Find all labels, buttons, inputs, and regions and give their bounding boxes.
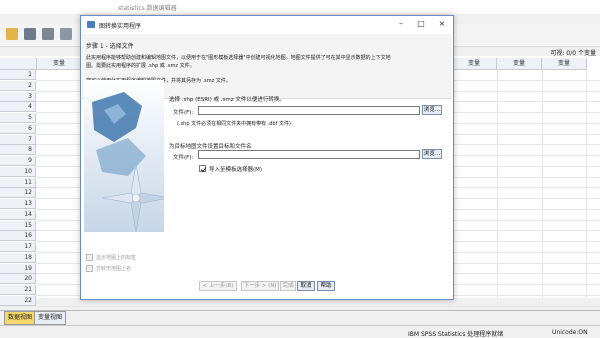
row-header[interactable]: 18: [0, 252, 36, 263]
show-on-map-checkbox[interactable]: [86, 265, 93, 272]
grid-row-line: [36, 305, 600, 307]
row-header[interactable]: 19: [0, 263, 36, 274]
dbf-note: (.shp 文件必须在相同文件夹中拥有带有 .dbf 文件): [177, 121, 291, 127]
finish-button[interactable]: 完成: [280, 281, 296, 291]
app-icon: [87, 21, 95, 28]
show-labels-label: 显示地图上的标签: [96, 255, 137, 261]
row-header[interactable]: 21: [0, 285, 36, 295]
row-header[interactable]: 1: [0, 70, 36, 80]
grid-column-line: [497, 69, 498, 298]
row-header[interactable]: 8: [0, 145, 36, 156]
help-button[interactable]: 帮助: [317, 281, 335, 291]
step-title: 步骤 1 - 选择文件: [86, 43, 134, 50]
section2-label: 为目标地图文件设置目标和文件名: [169, 144, 252, 150]
save-icon[interactable]: [24, 28, 36, 40]
row-header[interactable]: 14: [0, 209, 36, 220]
app-titlebar: statistics 数据编辑器: [0, 0, 600, 14]
minimize-icon[interactable]: –: [394, 19, 408, 29]
print-icon[interactable]: [42, 28, 54, 40]
source-file-input[interactable]: [198, 106, 420, 115]
next-button[interactable]: 下一步 > (N): [241, 281, 279, 291]
column-header[interactable]: 变量: [497, 58, 542, 70]
target-file-input[interactable]: [198, 150, 420, 159]
row-header[interactable]: 17: [0, 242, 36, 252]
row-header[interactable]: 4: [0, 102, 36, 113]
tab-data-view[interactable]: 数据视图: [4, 311, 37, 325]
column-header[interactable]: 变量: [37, 58, 82, 70]
row-header[interactable]: 13: [0, 199, 36, 209]
section1-label: 选择 .shp (ESRI) 或 .smz 文件以便进行转换。: [169, 97, 285, 103]
prev-button[interactable]: < 上一步(B): [199, 281, 237, 291]
unicode-status: Unicode:ON: [552, 329, 588, 336]
globe-compass-illustration: [84, 80, 171, 233]
view-tabs: [0, 310, 600, 325]
row-header[interactable]: 16: [0, 231, 36, 242]
column-header[interactable]: 变量: [542, 58, 587, 70]
dialog-titlebar: 图转换实用程序 – □ ×: [81, 16, 453, 33]
status-bar: IBM SPSS Statistics 处理程序就绪 Unicode:ON: [0, 325, 600, 338]
intro-text: 图。需要此实用程序的扩展 .shp 或 .smz 文件。: [86, 63, 195, 69]
cancel-button[interactable]: 取消: [297, 281, 315, 291]
checkmark-icon: [200, 167, 207, 173]
close-icon[interactable]: ×: [435, 19, 449, 29]
show-labels-checkbox[interactable]: [86, 254, 93, 261]
row-header[interactable]: 7: [0, 134, 36, 145]
row-header[interactable]: 12: [0, 188, 36, 199]
row-header[interactable]: 15: [0, 220, 36, 231]
grid-column-line: [586, 69, 587, 298]
show-on-map-label: 方转无地图上名: [96, 266, 132, 272]
dialog-recall-icon[interactable]: [60, 28, 72, 40]
row-header[interactable]: 22: [0, 295, 36, 306]
row-header[interactable]: 11: [0, 177, 36, 188]
row-header[interactable]: 10: [0, 166, 36, 177]
row-header[interactable]: 5: [0, 113, 36, 123]
row-header[interactable]: 3: [0, 91, 36, 102]
import-template-checkbox[interactable]: [199, 165, 207, 173]
corner-cell: [0, 58, 37, 70]
map-conversion-dialog: 图转换实用程序 – □ × 步骤 1 - 选择文件 此实用程序能够帮助创建和编辑…: [80, 15, 454, 300]
intro-text: 此实用程序能够帮助创建和编辑地图文件，以便用于在"图形模板选择器"中创建可视化地…: [86, 55, 391, 61]
browse-source-button[interactable]: 浏览...: [422, 105, 442, 115]
tab-variable-view[interactable]: 变量视图: [34, 311, 67, 325]
row-header[interactable]: 2: [0, 80, 36, 91]
column-header[interactable]: 变量: [452, 58, 497, 70]
file-label: 文件(F):: [173, 110, 194, 116]
row-header[interactable]: 20: [0, 274, 36, 285]
maximize-icon[interactable]: □: [414, 19, 428, 29]
row-header[interactable]: 6: [0, 123, 36, 134]
file-label: 文件(F):: [173, 155, 194, 161]
app-title: statistics 数据编辑器: [118, 5, 177, 12]
import-template-label: 导入至模板选择器(M): [209, 167, 263, 173]
open-folder-icon[interactable]: [6, 28, 18, 40]
grid-column-line: [542, 69, 543, 298]
row-header[interactable]: 9: [0, 156, 36, 166]
dialog-title: 图转换实用程序: [99, 23, 142, 30]
browse-target-button[interactable]: 浏览...: [422, 149, 442, 159]
